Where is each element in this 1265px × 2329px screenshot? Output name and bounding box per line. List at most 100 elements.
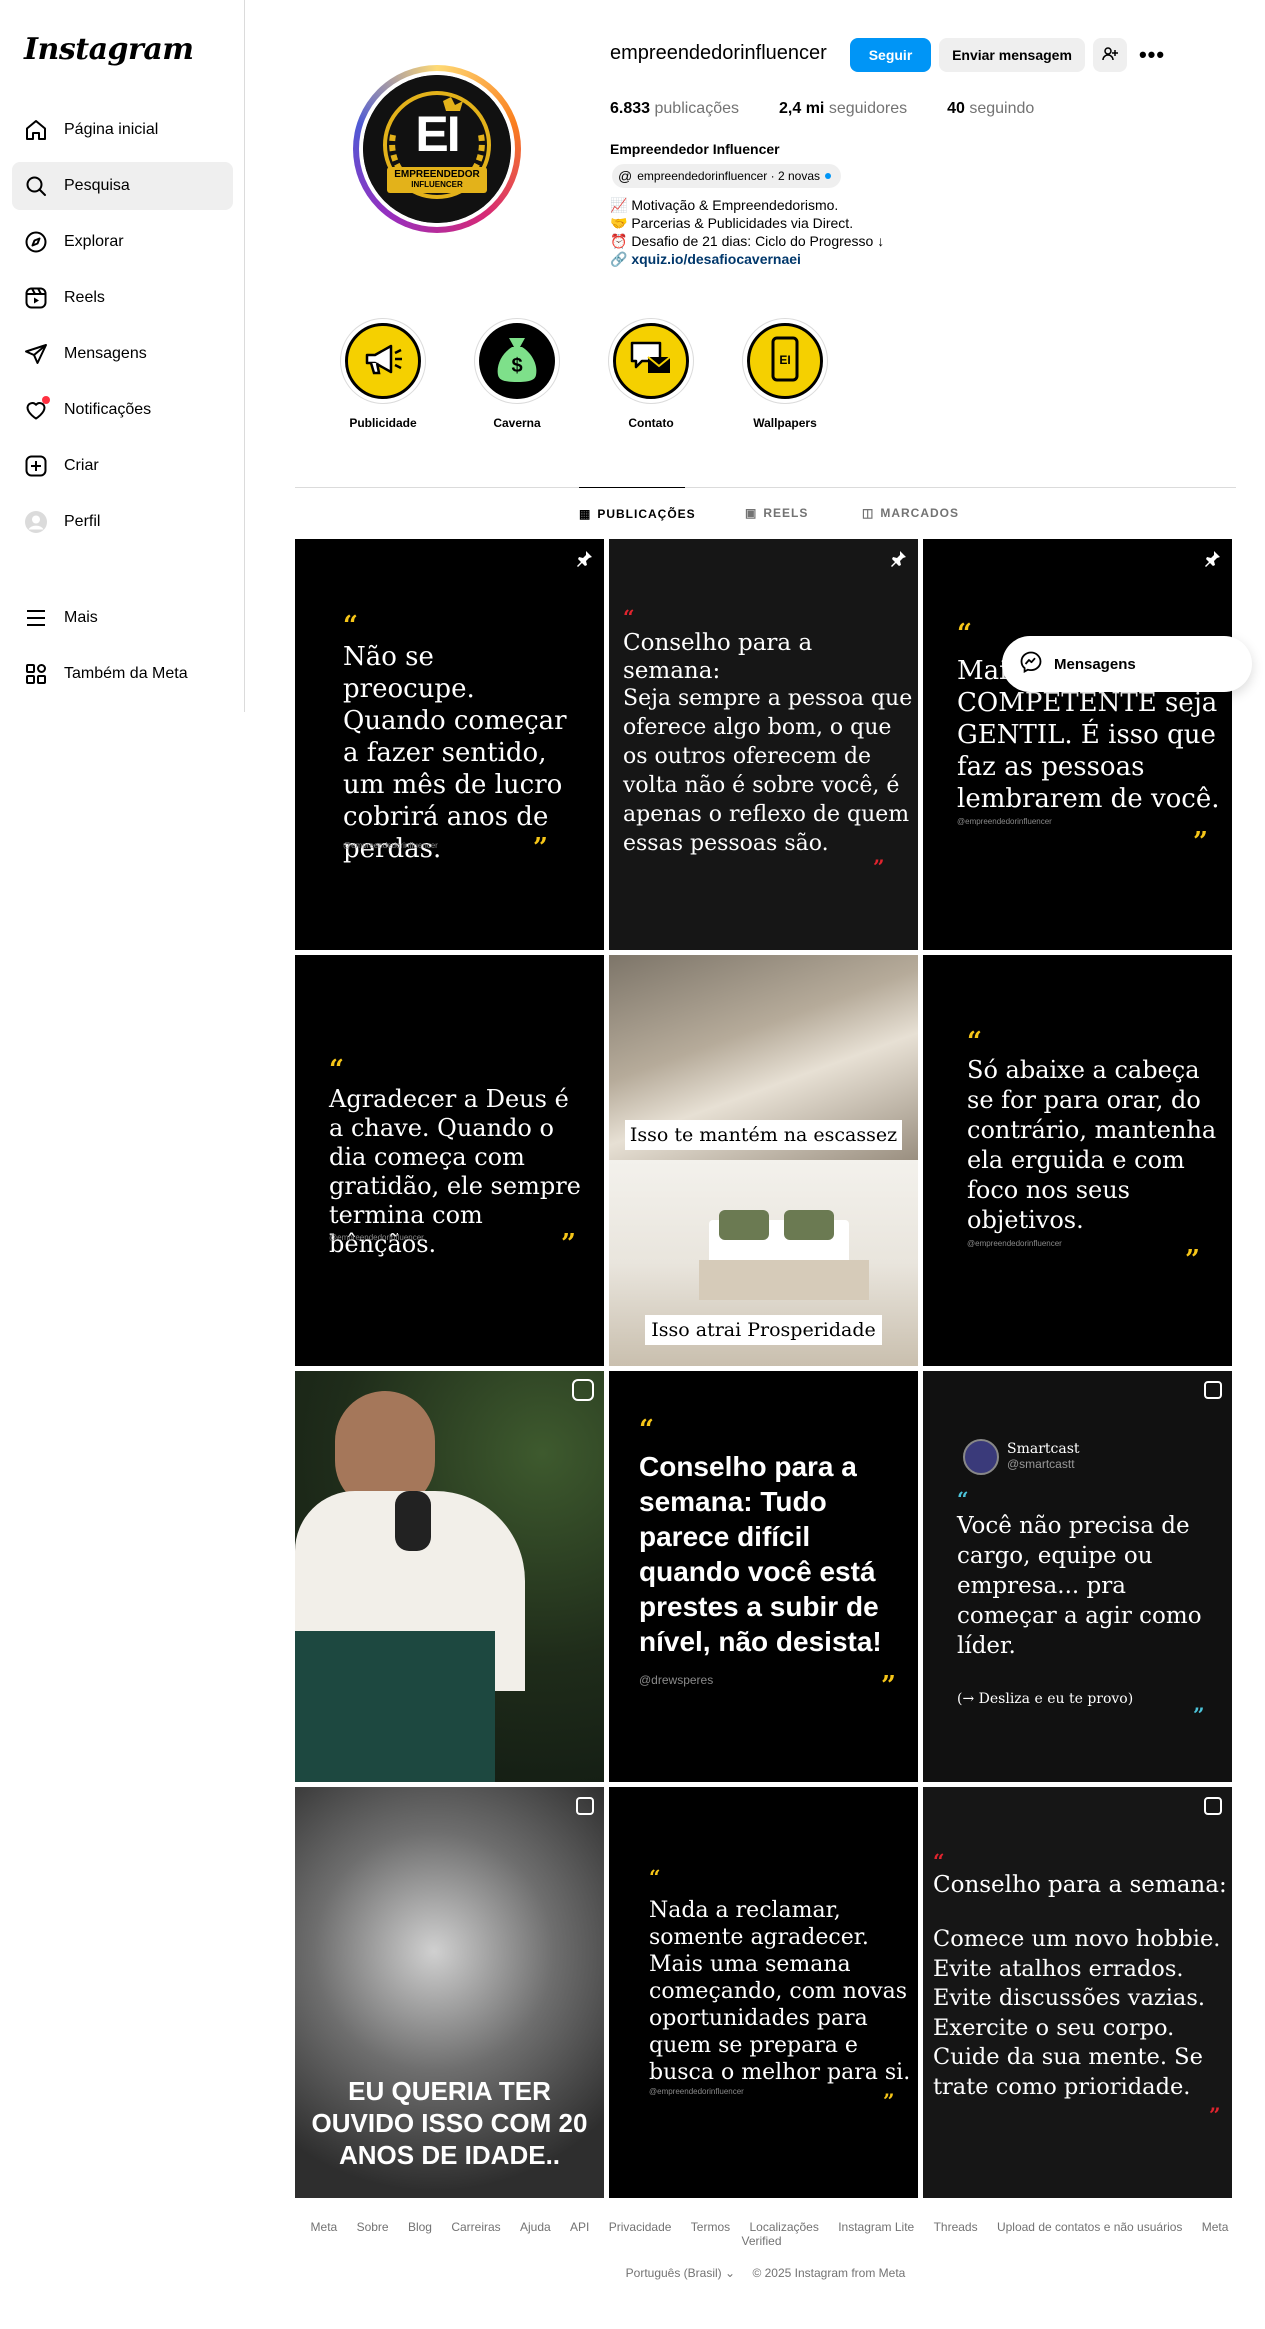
- link-icon: 🔗: [610, 251, 632, 267]
- footer-link[interactable]: Instagram Lite: [838, 2220, 914, 2234]
- post-tile[interactable]: “ Não se preocupe. Quando começar a faze…: [295, 539, 604, 950]
- more-options-button[interactable]: •••: [1135, 38, 1169, 72]
- footer-link[interactable]: API: [570, 2220, 589, 2234]
- sidebar: Instagram Página inicial Pesquisa Explor…: [0, 0, 245, 712]
- post-tile[interactable]: EU QUERIA TER OUVIDO ISSO COM 20 ANOS DE…: [295, 1787, 604, 2198]
- followers-stat[interactable]: 2,4 mi seguidores: [779, 100, 907, 118]
- post-tile[interactable]: “ Conselho para a semana: Comece um novo…: [923, 1787, 1232, 2198]
- heart-icon: [24, 396, 50, 422]
- post-tile[interactable]: “ Conselho para a semana: Tudo parece di…: [609, 1371, 918, 1782]
- menu-icon: [24, 606, 48, 630]
- post-tile[interactable]: “ Agradecer a Deus é a chave. Quando o d…: [295, 955, 604, 1366]
- nav-label: Também da Meta: [64, 665, 188, 682]
- messenger-icon: [1020, 651, 1042, 677]
- footer-link[interactable]: Meta: [311, 2220, 338, 2234]
- microphone-icon: [395, 1491, 431, 1551]
- chevron-down-icon: ⌄: [725, 2266, 736, 2280]
- search-icon: [24, 174, 48, 198]
- footer-link[interactable]: Ajuda: [520, 2220, 551, 2234]
- home-icon: [24, 118, 48, 142]
- avatar-initials: EI: [415, 106, 460, 162]
- reel-icon: [572, 1379, 594, 1401]
- footer-link[interactable]: Sobre: [357, 2220, 389, 2234]
- tag-icon: ◫: [862, 506, 875, 520]
- meta-icon: [24, 662, 48, 686]
- footer-link[interactable]: Blog: [408, 2220, 432, 2234]
- post-tile[interactable]: “ Conselho para a semana: Seja sempre a …: [609, 539, 918, 950]
- language-select[interactable]: Português (Brasil) ⌄: [626, 2266, 735, 2280]
- carousel-icon: [1204, 1381, 1222, 1399]
- post-tile[interactable]: Isso te mantém na escassez Isso atrai Pr…: [609, 955, 918, 1366]
- post-text: Conselho para a semana: Tudo parece difí…: [639, 1451, 882, 1657]
- profile-bio: 📈 Motivação & Empreendedorismo. 🤝 Parcer…: [610, 197, 885, 268]
- post-text: Nada a reclamar, somente agradecer. Mais…: [649, 1898, 911, 2085]
- footer-links: Meta Sobre Blog Carreiras Ajuda API Priv…: [295, 2220, 1236, 2248]
- bio-link[interactable]: 🔗 xquiz.io/desafiocavernaei: [610, 250, 884, 268]
- highlight-caverna[interactable]: $ Caverna: [474, 318, 560, 430]
- profile-stats: 6.833 publicações 2,4 mi seguidores 40 s…: [610, 100, 1034, 118]
- threads-icon: @: [618, 168, 633, 184]
- highlight-publicidade[interactable]: Publicidade: [340, 318, 426, 430]
- reels-small-icon: ▣: [745, 506, 758, 520]
- megaphone-icon: [361, 337, 405, 386]
- footer-link[interactable]: Localizações: [749, 2220, 818, 2234]
- follow-button[interactable]: Seguir: [850, 38, 931, 72]
- post-text: Você não precisa de cargo, equipe ou emp…: [957, 1513, 1202, 1659]
- nav-home[interactable]: Página inicial: [12, 106, 233, 154]
- profile-username: empreendedorinfluencer: [610, 42, 827, 64]
- grid-icon: ▦: [579, 506, 592, 521]
- ellipsis-icon: •••: [1138, 42, 1166, 67]
- post-tile[interactable]: “ Nada a reclamar, somente agradecer. Ma…: [609, 1787, 918, 2198]
- nav-search[interactable]: Pesquisa: [12, 162, 233, 210]
- money-bag-icon: $: [494, 334, 540, 389]
- footer-link[interactable]: Upload de contatos e não usuários: [997, 2220, 1182, 2234]
- reels-icon: [24, 286, 48, 310]
- send-message-button[interactable]: Enviar mensagem: [939, 38, 1085, 72]
- nav-notifications[interactable]: Notificações: [12, 386, 233, 434]
- profile-avatar[interactable]: EI EMPREENDEDOR INFLUENCER: [353, 65, 521, 233]
- nav-more[interactable]: Mais: [12, 594, 233, 642]
- nav-profile[interactable]: Perfil: [12, 498, 233, 546]
- post-tile[interactable]: “ Só abaixe a cabeça se for para orar, d…: [923, 955, 1232, 1366]
- carousel-icon: [576, 1797, 594, 1815]
- post-text: Seja sempre a pessoa que oferece algo bo…: [623, 686, 913, 856]
- compass-icon: [24, 230, 48, 254]
- svg-text:EI: EI: [779, 353, 790, 367]
- nav-messages[interactable]: Mensagens: [12, 330, 233, 378]
- pin-icon: [1205, 551, 1220, 567]
- footer-link[interactable]: Privacidade: [609, 2220, 672, 2234]
- pin-icon: [577, 551, 592, 567]
- messages-pill[interactable]: Mensagens: [1002, 636, 1252, 692]
- avatar: [963, 1439, 999, 1475]
- chat-mail-icon: [628, 339, 674, 384]
- post-tile[interactable]: Smartcast @smartcastt “ Você não precisa…: [923, 1371, 1232, 1782]
- nav-create[interactable]: Criar: [12, 442, 233, 490]
- instagram-logo[interactable]: Instagram: [24, 32, 194, 67]
- post-text: Comece um novo hobbie. Evite atalhos err…: [933, 1926, 1221, 2100]
- new-dot: [825, 173, 831, 179]
- post-caption: Isso atrai Prosperidade: [645, 1315, 882, 1345]
- post-tile[interactable]: “ Mais COMPETENTE seja GENTIL. É isso qu…: [923, 539, 1232, 950]
- send-icon: [24, 342, 48, 366]
- tab-tagged[interactable]: ◫ MARCADOS: [862, 487, 959, 539]
- footer-link[interactable]: Threads: [934, 2220, 978, 2234]
- nav-also-meta[interactable]: Também da Meta: [12, 650, 233, 698]
- post-caption: EU QUERIA TER OUVIDO ISSO COM 20 ANOS DE…: [311, 2076, 588, 2170]
- footer-link[interactable]: Carreiras: [451, 2220, 500, 2234]
- threads-badge[interactable]: @ empreendedorinfluencer · 2 novas: [612, 164, 841, 188]
- tab-reels[interactable]: ▣ REELS: [745, 487, 808, 539]
- suggest-accounts-button[interactable]: [1093, 38, 1127, 72]
- nav-explore[interactable]: Explorar: [12, 218, 233, 266]
- highlight-wallpapers[interactable]: EI Wallpapers: [742, 318, 828, 430]
- highlight-contato[interactable]: Contato: [608, 318, 694, 430]
- nav-reels[interactable]: Reels: [12, 274, 233, 322]
- posts-stat[interactable]: 6.833 publicações: [610, 100, 739, 118]
- following-stat[interactable]: 40 seguindo: [947, 100, 1034, 118]
- avatar-banner-1: EMPREENDEDOR: [394, 169, 480, 180]
- footer-link[interactable]: Termos: [691, 2220, 730, 2234]
- tab-posts[interactable]: ▦ PUBLICAÇÕES: [579, 487, 695, 539]
- post-tile[interactable]: [295, 1371, 604, 1782]
- phone-icon: EI: [770, 336, 800, 387]
- nav-label: Explorar: [64, 233, 124, 250]
- svg-text:$: $: [511, 355, 522, 377]
